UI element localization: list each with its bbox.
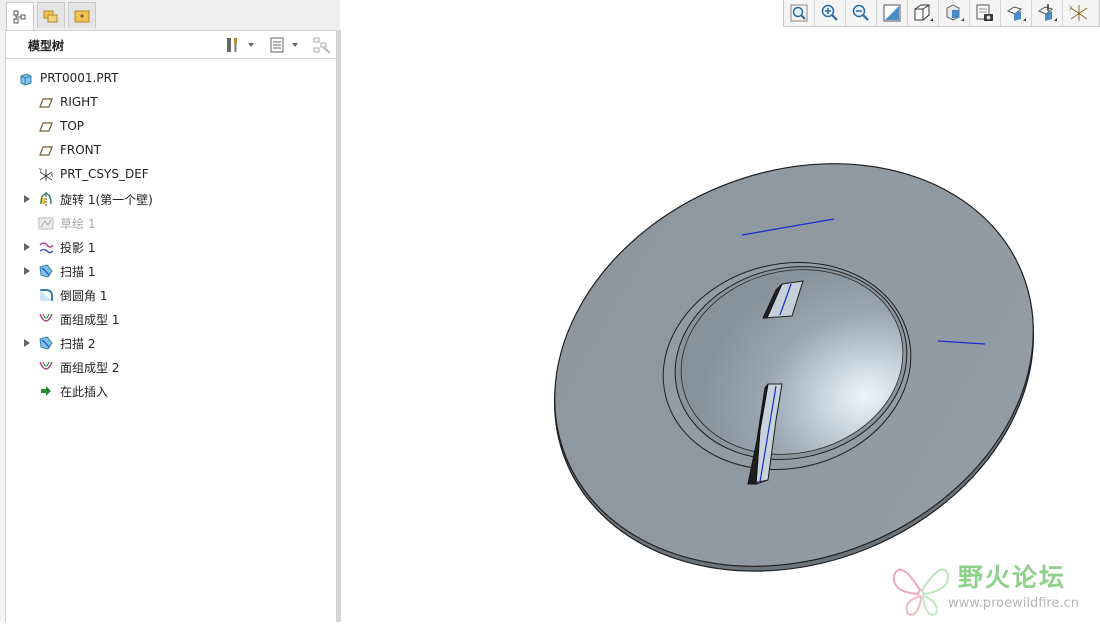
navigator-panel: * 模型树 PRT0001.PRT RIGHT TOP FRONT Y X PR… [0,0,341,622]
insert-here-arrow-icon [38,383,54,399]
tree-node-sweep-1[interactable]: 扫描 1 [6,259,336,283]
spin-center-icon: y [1069,4,1087,21]
folder-browser-icon [43,10,58,22]
display-style-icon [914,4,933,21]
chevron-down-icon [248,43,254,47]
tab-folder-browser[interactable] [37,2,65,28]
tree-node-label: 扫描 2 [60,337,96,351]
watermark-url: www.proewildfire.cn [948,596,1079,611]
tree-node-round-1[interactable]: 倒圆角 1 [6,283,336,307]
projection-icon [38,239,54,255]
sweep-icon [38,263,54,279]
revolve-icon [38,191,54,207]
tree-node-csys[interactable]: YX PRT_CSYS_DEF [6,163,336,187]
tree-node-quilt-form-2[interactable]: 面组成型 2 [6,355,336,379]
expand-arrow-icon[interactable] [24,267,30,275]
tree-node-label: 在此插入 [60,385,109,399]
svg-text:*: * [80,13,85,23]
display-style-button[interactable] [908,0,939,26]
list-icon [270,37,284,53]
tree-node-label: 面组成型 1 [60,313,120,327]
show-menu-button[interactable] [268,35,298,55]
sweep-icon [38,335,54,351]
tree-node-sweep-2[interactable]: 扫描 2 [6,331,336,355]
tree-filter-button[interactable] [312,35,332,55]
quilt-form-icon [38,311,54,327]
datum-plane-icon [38,143,54,159]
expand-arrow-icon[interactable] [24,195,30,203]
round-icon [38,287,54,303]
tools-icon [227,38,237,52]
tree-node-label: 旋转 1(第一个壁) [60,193,153,207]
chevron-down-icon [292,43,298,47]
csys-icon: YX [38,167,54,183]
tree-node-quilt-form-1[interactable]: 面组成型 1 [6,307,336,331]
refit-icon [790,4,808,22]
datum-plane-icon [38,119,54,135]
tree-node-label: 投影 1 [60,241,96,255]
svg-text:X: X [50,173,54,179]
model-tree-panel: 模型树 PRT0001.PRT RIGHT TOP FRONT Y X PRT_… [5,30,337,622]
tree-node-projection-1[interactable]: 投影 1 [6,235,336,259]
tree-node-label: 草绘 1 [60,217,96,231]
datum-plane-icon [38,95,54,111]
zoom-in-button[interactable] [815,0,846,26]
tree-node-top[interactable]: TOP [6,115,336,139]
view-manager-icon [976,4,993,21]
svg-text:y: y [1069,4,1073,11]
tree-node-sketch-1[interactable]: 草绘 1 [6,211,336,235]
model-tree-header: 模型树 [6,31,336,59]
favorites-icon: * [74,10,90,23]
refit-button[interactable] [784,0,815,26]
repaint-icon [883,4,901,22]
tab-favorites[interactable]: * [68,2,96,28]
tree-node-right[interactable]: RIGHT [6,91,336,115]
saved-orientations-button[interactable] [939,0,970,26]
sketch-icon [38,215,54,231]
tree-node-revolve-1[interactable]: 旋转 1(第一个壁) [6,187,336,211]
tree-settings-button[interactable] [224,35,254,55]
butterfly-logo-icon [892,568,950,616]
model-tree-icon [13,10,26,23]
zoom-out-icon [852,4,869,21]
tree-node-front[interactable]: FRONT [6,139,336,163]
tree-filter-icon [313,37,331,54]
tree-node-label: 倒圆角 1 [60,289,108,303]
expand-arrow-icon[interactable] [24,243,30,251]
navigator-tab-bar: * [0,0,340,30]
tree-node-label: PRT_CSYS_DEF [60,167,149,181]
watermark-title: 野火论坛 [958,563,1067,592]
tree-node-label: PRT0001.PRT [40,71,119,85]
view-manager-button[interactable] [970,0,1001,26]
tree-node-label: RIGHT [60,95,98,109]
tree-node-part[interactable]: PRT0001.PRT [6,67,336,91]
tab-model-tree[interactable] [6,2,34,30]
repaint-button[interactable] [877,0,908,26]
spin-center-button[interactable]: y [1063,0,1094,26]
annotation-display-button[interactable] [1032,0,1063,26]
part-model-view[interactable] [341,27,1100,622]
tree-node-insert-here[interactable]: 在此插入 [6,379,336,403]
annotation-display-icon [1037,4,1057,21]
tree-node-label: 面组成型 2 [60,361,120,375]
quilt-form-icon [38,359,54,375]
zoom-out-button[interactable] [846,0,877,26]
datum-display-button[interactable] [1001,0,1032,26]
saved-orientations-icon [946,4,964,21]
graphics-window[interactable] [341,27,1100,622]
tree-node-label: TOP [60,119,85,133]
forum-watermark: 野火论坛 www.proewildfire.cn [890,556,1100,622]
model-tree-list: PRT0001.PRT RIGHT TOP FRONT Y X PRT_CSYS… [6,67,336,403]
tree-node-label: FRONT [60,143,101,157]
graphics-toolbar: y [783,0,1100,27]
expand-arrow-icon[interactable] [24,339,30,347]
part-icon [18,71,34,87]
tree-node-label: 扫描 1 [60,265,96,279]
zoom-in-icon [821,4,838,21]
model-tree-title: 模型树 [28,39,65,53]
datum-display-icon [1006,6,1026,21]
